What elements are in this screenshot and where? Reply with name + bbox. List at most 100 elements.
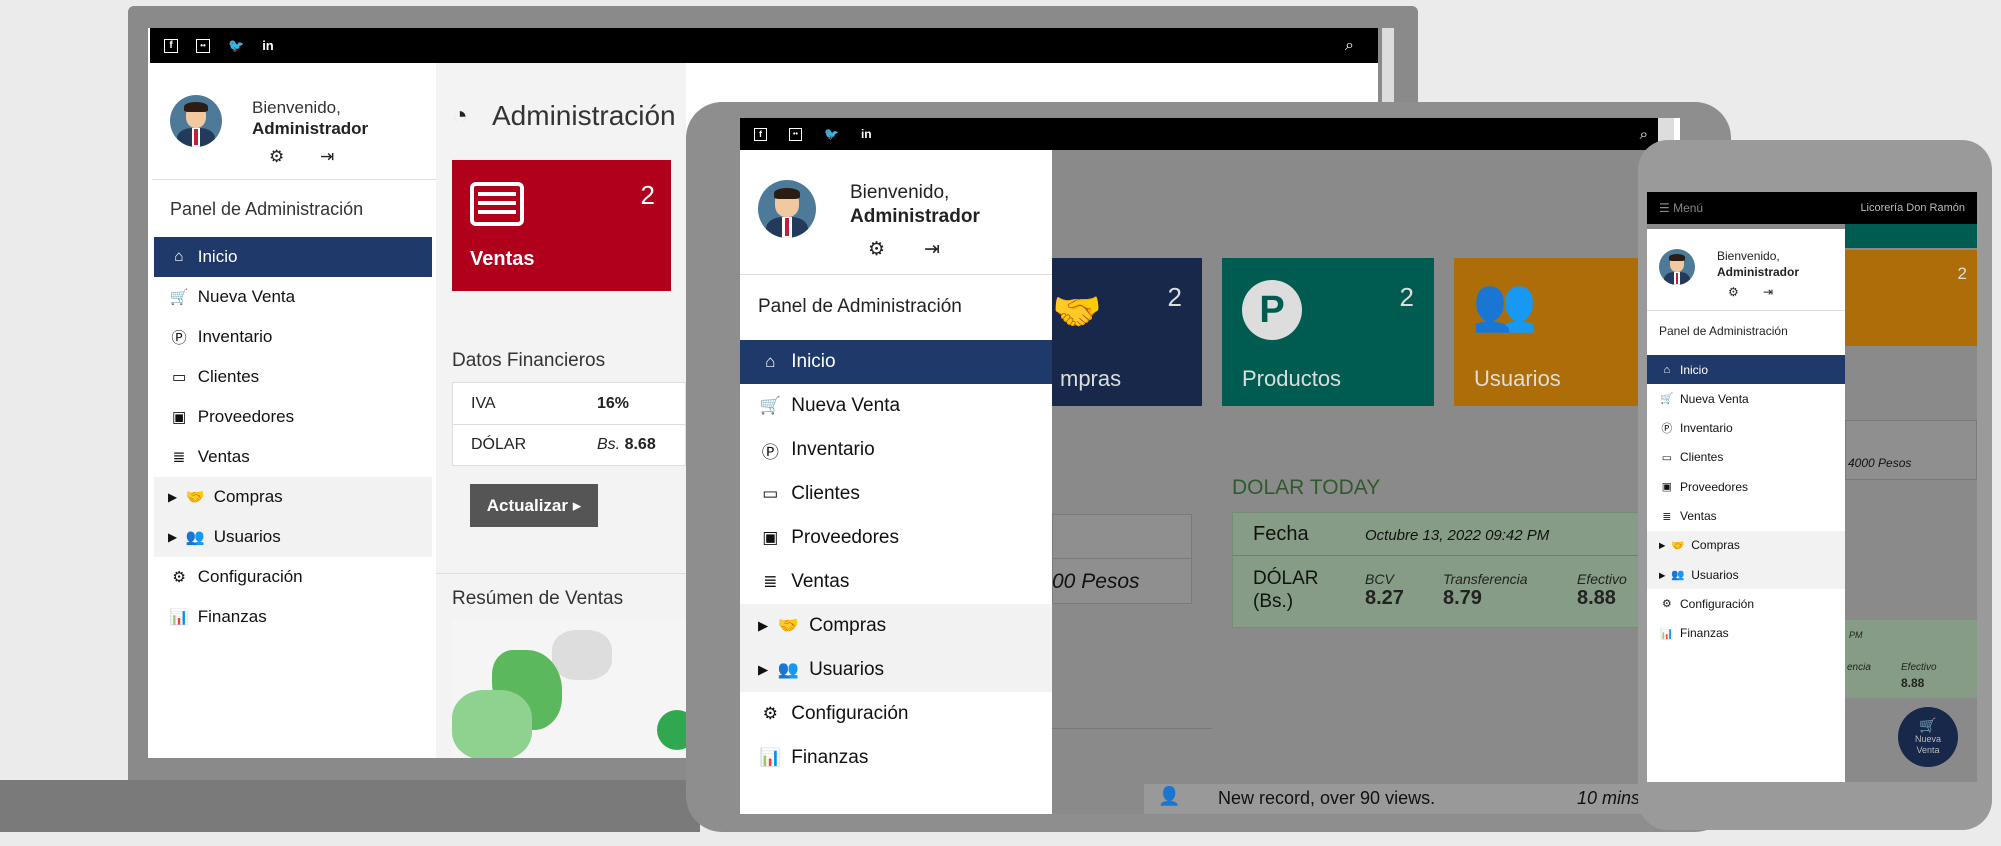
gear-icon[interactable]: ⚙ (1728, 285, 1739, 299)
laptop-topbar: f •• 🐦 in ⌕ (150, 28, 1378, 63)
caret-right-icon[interactable]: ▶ (1659, 570, 1665, 580)
sidebar-item-inicio[interactable]: ⌂ Inicio (740, 340, 1052, 384)
sidebar-item-inicio[interactable]: ⌂ Inicio (154, 237, 432, 277)
sidebar-item-label: Configuración (1679, 596, 1755, 611)
gears-icon: ⚙ (762, 704, 778, 723)
sidebar-item-clientes[interactable]: ▭ Clientes (740, 472, 1052, 516)
phone-card[interactable]: 2 (1845, 250, 1977, 346)
sidebar-item-nueva-venta[interactable]: 🛒 Nueva Venta (740, 384, 1052, 428)
card-count: 2 (1957, 264, 1967, 283)
facebook-icon[interactable]: f (164, 38, 178, 53)
caret-right-icon[interactable]: ▶ (168, 490, 177, 504)
search-icon[interactable]: ⌕ (1640, 126, 1648, 143)
search-icon[interactable]: ⌕ (1345, 37, 1354, 55)
twitter-icon[interactable]: 🐦 (824, 127, 839, 141)
sidebar-item-ventas[interactable]: ≣ Ventas (154, 437, 432, 477)
fab-label: Nueva Venta (1914, 734, 1941, 755)
caret-right-icon[interactable]: ▶ (758, 662, 768, 678)
brand-name[interactable]: Licorería Don Ramón (1860, 202, 1965, 214)
home-icon: ⌂ (765, 352, 776, 371)
logout-icon[interactable]: ⇥ (924, 238, 940, 261)
id-card-icon: ▭ (1661, 451, 1672, 464)
caret-right-icon[interactable]: ▶ (168, 530, 177, 544)
sidebar-item-finanzas[interactable]: 📊 Finanzas (1647, 619, 1845, 648)
sidebar-item-label: Inicio (791, 351, 836, 372)
sidebar-item-clientes[interactable]: ▭ Clientes (1647, 443, 1845, 472)
twitter-icon[interactable]: 🐦 (228, 38, 244, 54)
linkedin-icon[interactable]: in (262, 38, 274, 53)
sidebar-item-label: Ventas (791, 571, 850, 592)
productos-card[interactable]: P 2 Productos (1222, 258, 1434, 406)
panel-title[interactable]: Panel de Administración (758, 296, 962, 318)
panel-title[interactable]: Panel de Administración (1659, 324, 1788, 338)
sidebar-item-configuracion[interactable]: ⚙ Configuración (154, 557, 432, 597)
linkedin-icon[interactable]: in (861, 127, 872, 141)
sidebar-item-usuarios[interactable]: ▶ 👥 Usuarios (1647, 560, 1845, 590)
sidebar-item-proveedores[interactable]: ▣ Proveedores (1647, 472, 1845, 501)
sidebar-item-inventario[interactable]: Ⓟ Inventario (1647, 414, 1845, 443)
sidebar-item-inventario[interactable]: Ⓟ Inventario (740, 428, 1052, 472)
nueva-venta-fab[interactable]: 🛒 Nueva Venta (1898, 707, 1958, 767)
gear-icon[interactable]: ⚙ (269, 147, 284, 167)
sidebar-item-label: Proveedores (197, 407, 295, 426)
pm-text: PM (1849, 630, 1863, 640)
bar-chart-icon: 📊 (169, 608, 189, 626)
users-icon: 👥 (1671, 569, 1685, 582)
bs-prefix: Bs. (597, 436, 621, 453)
sidebar-item-finanzas[interactable]: 📊 Finanzas (154, 597, 432, 637)
rate-efectivo: Efectivo 8.88 (1577, 571, 1627, 610)
phone-rate-table: PM encia Efectivo 8.88 (1845, 620, 1977, 698)
logout-icon[interactable]: ⇥ (320, 147, 334, 167)
sidebar-item-label: Finanzas (197, 607, 267, 626)
panel-title[interactable]: Panel de Administración (170, 199, 363, 220)
sidebar-item-ventas[interactable]: ≣ Ventas (1647, 502, 1845, 531)
sidebar-item-usuarios[interactable]: ▶ 👥 Usuarios (154, 517, 432, 557)
avatar (170, 95, 222, 147)
rate-name: BCV (1365, 571, 1394, 587)
compras-card[interactable]: 2 mpras 🤝 (1052, 258, 1202, 406)
sidebar-item-label: Inicio (1679, 362, 1708, 377)
logout-icon[interactable]: ⇥ (1763, 285, 1773, 299)
dashboard-icon: ◔ (452, 100, 468, 130)
usuarios-card[interactable]: 👥 2 Usuarios (1454, 258, 1664, 406)
rate-transferencia: Transferencia 8.79 (1443, 571, 1528, 610)
sidebar-item-usuarios[interactable]: ▶ 👥 Usuarios (740, 648, 1052, 692)
rate-bcv: BCV 8.27 (1365, 571, 1404, 610)
financial-table: IVA 16% DÓLAR Bs. 8.68 (452, 382, 686, 466)
dolar-value: 8.68 (624, 436, 656, 453)
ventas-card[interactable]: 2 Ventas (452, 160, 671, 291)
sidebar-item-compras[interactable]: ▶ 🤝 Compras (1647, 530, 1845, 560)
facebook-icon[interactable]: f (754, 127, 767, 141)
sidebar-item-inventario[interactable]: Ⓟ Inventario (154, 317, 432, 357)
sidebar-item-clientes[interactable]: ▭ Clientes (154, 357, 432, 397)
iva-value: 16% (597, 395, 630, 412)
sidebar-item-proveedores[interactable]: ▣ Proveedores (154, 397, 432, 437)
update-button[interactable]: Actualizar ▸ (470, 484, 598, 527)
sidebar-item-inicio[interactable]: ⌂ Inicio (1647, 355, 1845, 384)
sidebar-item-nueva-venta[interactable]: 🛒 Nueva Venta (1647, 384, 1845, 413)
sidebar-item-label: Configuración (197, 567, 303, 586)
flickr-icon[interactable]: •• (789, 127, 802, 141)
sidebar-item-finanzas[interactable]: 📊 Finanzas (740, 736, 1052, 780)
gear-icon[interactable]: ⚙ (868, 238, 885, 261)
flickr-icon[interactable]: •• (196, 38, 210, 53)
pesos-text: 00 Pesos (1052, 570, 1140, 593)
contact-book-icon: ▣ (171, 408, 187, 426)
sidebar-item-configuracion[interactable]: ⚙ Configuración (1647, 589, 1845, 618)
sidebar-item-proveedores[interactable]: ▣ Proveedores (740, 516, 1052, 560)
bar-chart-icon: 📊 (1660, 627, 1674, 640)
dolar-today-title: DOLAR TODAY (1232, 476, 1381, 499)
record-time: 10 mins (1576, 788, 1640, 808)
welcome-text: Bienvenido, (1717, 249, 1780, 263)
sidebar-item-label: Inventario (791, 439, 875, 460)
sidebar-item-label: Finanzas (791, 747, 869, 768)
sidebar-item-compras[interactable]: ▶ 🤝 Compras (154, 477, 432, 517)
sidebar-item-nueva-venta[interactable]: 🛒 Nueva Venta (154, 277, 432, 317)
menu-toggle[interactable]: ☰ Menú (1659, 201, 1703, 215)
sidebar-item-configuracion[interactable]: ⚙ Configuración (740, 692, 1052, 736)
sidebar-item-compras[interactable]: ▶ 🤝 Compras (740, 604, 1052, 648)
sidebar-item-ventas[interactable]: ≣ Ventas (740, 560, 1052, 604)
caret-right-icon[interactable]: ▶ (1659, 540, 1665, 550)
caret-right-icon[interactable]: ▶ (758, 618, 768, 634)
sidebar-item-label: Ventas (197, 447, 250, 466)
